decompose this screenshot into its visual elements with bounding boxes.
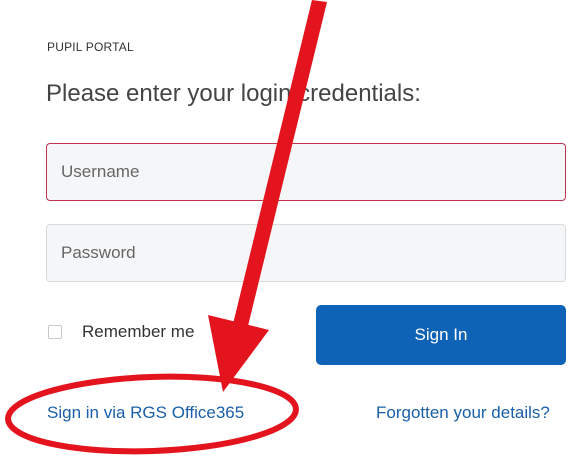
remember-me-control[interactable]: Remember me	[48, 322, 194, 342]
username-input[interactable]	[46, 143, 566, 201]
portal-label: PUPIL PORTAL	[47, 40, 134, 54]
password-input[interactable]	[46, 224, 566, 282]
office365-signin-link[interactable]: Sign in via RGS Office365	[47, 403, 244, 423]
remember-me-label: Remember me	[82, 322, 195, 341]
forgot-details-link[interactable]: Forgotten your details?	[376, 403, 550, 423]
annotation-arrow-head	[208, 315, 269, 392]
remember-me-checkbox[interactable]	[48, 325, 62, 339]
sign-in-button[interactable]: Sign In	[316, 305, 566, 365]
page-heading: Please enter your login credentials:	[46, 80, 421, 107]
